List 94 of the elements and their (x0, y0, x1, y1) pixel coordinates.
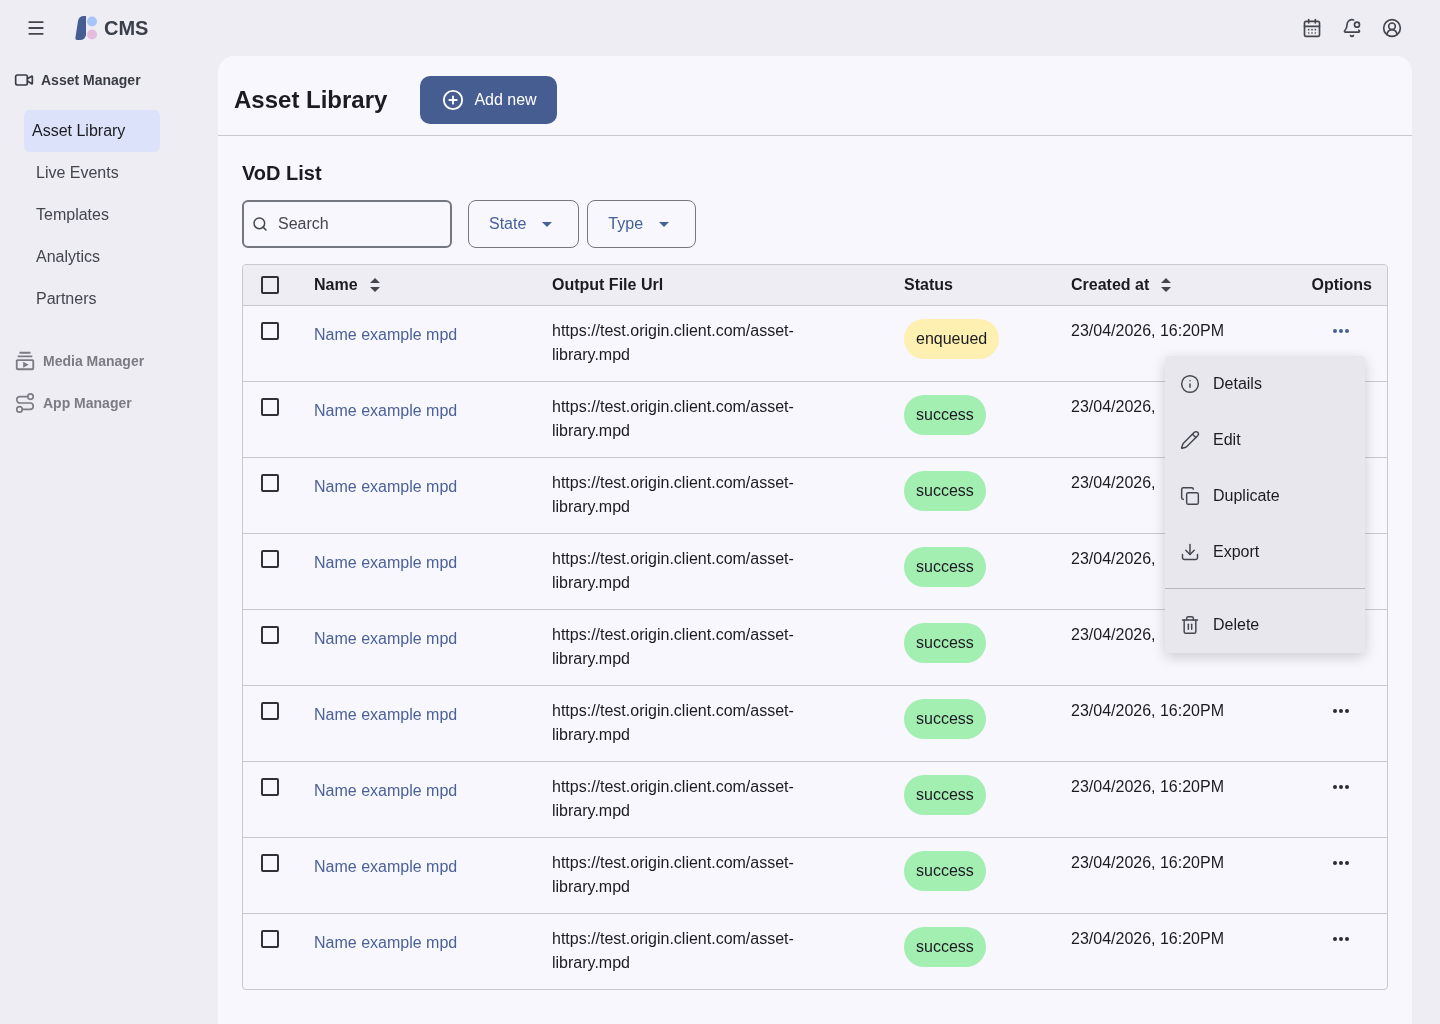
column-header: Options (1311, 275, 1372, 295)
name-link[interactable]: Name example mpd (314, 326, 458, 343)
sidebar-item[interactable]: Asset Library (24, 110, 160, 152)
copy-icon (1180, 486, 1200, 506)
caret-down-icon (659, 221, 670, 227)
status-badge: success (904, 395, 986, 435)
notification-bell-icon[interactable] (1342, 18, 1362, 38)
menu-item[interactable]: Export (1165, 524, 1365, 580)
checkbox[interactable] (261, 550, 279, 568)
status-badge: success (904, 471, 986, 511)
checkbox[interactable] (261, 626, 279, 644)
column-header: Output File Url (552, 275, 664, 295)
more-options-icon[interactable] (1333, 861, 1349, 865)
date-text: 23/04/2026, (1071, 550, 1156, 567)
status-badge: success (904, 927, 986, 967)
caret-down-icon (542, 221, 553, 227)
sidebar-item[interactable]: Partners (24, 278, 160, 320)
column-header[interactable]: Created at (1071, 273, 1172, 297)
name-link[interactable]: Name example mpd (314, 782, 458, 799)
checkbox[interactable] (261, 398, 279, 416)
date-text: 23/04/2026, (1071, 398, 1156, 415)
name-link[interactable]: Name example mpd (314, 630, 458, 647)
url-text: https://test.origin.client.com/asset-library.mpd (552, 929, 795, 973)
url-text: https://test.origin.client.com/asset-library.mpd (552, 473, 795, 517)
more-options-icon[interactable] (1333, 329, 1349, 333)
column-header: Status (904, 275, 953, 295)
sidebar-item[interactable]: Analytics (24, 236, 160, 278)
sidebar-item[interactable]: Templates (24, 194, 160, 236)
checkbox[interactable] (261, 778, 279, 796)
url-text: https://test.origin.client.com/asset-library.mpd (552, 853, 795, 897)
url-text: https://test.origin.client.com/asset-library.mpd (552, 549, 795, 593)
url-text: https://test.origin.client.com/asset-library.mpd (552, 625, 795, 669)
checkbox[interactable] (261, 276, 279, 294)
play-stack-icon (14, 350, 36, 372)
download-icon (1180, 542, 1200, 562)
date-text: 23/04/2026, 16:20PM (1071, 322, 1224, 339)
filter-dropdown[interactable]: State (468, 200, 580, 248)
date-text: 23/04/2026, 16:20PM (1071, 778, 1224, 795)
filter-dropdown[interactable]: Type (587, 200, 697, 248)
checkbox[interactable] (261, 854, 279, 872)
date-text: 23/04/2026, 16:20PM (1071, 930, 1224, 947)
name-link[interactable]: Name example mpd (314, 402, 458, 419)
plus-circle-icon (442, 89, 465, 111)
status-badge: success (904, 851, 986, 891)
status-badge: success (904, 547, 986, 587)
menu-item[interactable]: Details (1165, 356, 1365, 412)
sidebar-item[interactable]: Live Events (24, 152, 160, 194)
name-link[interactable]: Name example mpd (314, 478, 458, 495)
more-options-icon[interactable] (1333, 785, 1349, 789)
sort-icon[interactable] (1161, 278, 1172, 292)
sidebar-section[interactable]: App Manager (0, 388, 218, 418)
calendar-icon[interactable] (1302, 18, 1322, 38)
status-badge: success (904, 775, 986, 815)
checkbox[interactable] (261, 930, 279, 948)
sidebar-section[interactable]: Asset Manager (0, 65, 218, 95)
date-text: 23/04/2026, (1071, 474, 1156, 491)
search-field[interactable]: Search (242, 200, 452, 248)
sort-icon[interactable] (369, 278, 380, 292)
menu-item[interactable]: Delete (1165, 597, 1365, 653)
name-link[interactable]: Name example mpd (314, 554, 458, 571)
more-options-icon[interactable] (1333, 709, 1349, 713)
status-badge: enqueued (904, 319, 1000, 359)
menu-icon[interactable] (26, 18, 46, 38)
route-icon (14, 392, 36, 414)
user-profile-icon[interactable] (1382, 18, 1402, 38)
status-badge: success (904, 623, 986, 663)
url-text: https://test.origin.client.com/asset-library.mpd (552, 701, 795, 745)
name-link[interactable]: Name example mpd (314, 706, 458, 723)
more-options-icon[interactable] (1333, 937, 1349, 941)
search-icon (252, 216, 268, 232)
date-text: 23/04/2026, (1071, 626, 1156, 643)
name-link[interactable]: Name example mpd (314, 934, 458, 951)
logo-icon (75, 16, 98, 40)
status-badge: success (904, 699, 986, 739)
app-name: CMS (104, 16, 149, 41)
trash-icon (1180, 615, 1200, 635)
checkbox[interactable] (261, 322, 279, 340)
url-text: https://test.origin.client.com/asset-library.mpd (552, 777, 795, 821)
column-header[interactable]: Name (314, 273, 380, 297)
info-icon (1180, 374, 1200, 394)
add-new-button[interactable]: Add new (420, 76, 557, 124)
name-link[interactable]: Name example mpd (314, 858, 458, 875)
menu-item[interactable]: Edit (1165, 412, 1365, 468)
section-title: VoD List (242, 161, 322, 186)
pencil-icon (1180, 430, 1200, 450)
checkbox[interactable] (261, 474, 279, 492)
date-text: 23/04/2026, 16:20PM (1071, 702, 1224, 719)
url-text: https://test.origin.client.com/asset-library.mpd (552, 321, 795, 365)
page-title: Asset Library (234, 85, 388, 115)
sidebar-section[interactable]: Media Manager (0, 346, 218, 376)
url-text: https://test.origin.client.com/asset-library.mpd (552, 397, 795, 441)
menu-item[interactable]: Duplicate (1165, 468, 1365, 524)
date-text: 23/04/2026, 16:20PM (1071, 854, 1224, 871)
checkbox[interactable] (261, 702, 279, 720)
